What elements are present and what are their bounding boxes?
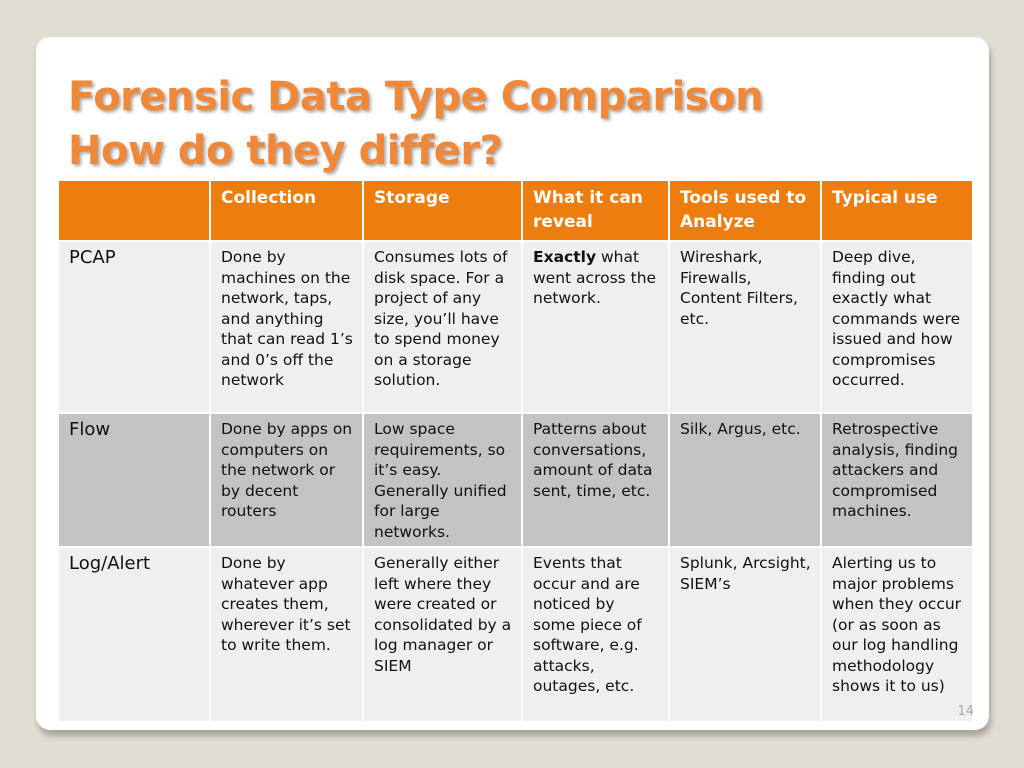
cell-tools: Wireshark, Firewalls, Content Filters, e…: [668, 240, 822, 414]
title-line-2: How do they differ?: [68, 128, 503, 174]
header-tools: Tools used to Analyze: [668, 179, 822, 242]
table-row: Log/Alert Done by whatever app creates t…: [57, 546, 974, 723]
cell-collection: Done by whatever app creates them, where…: [209, 546, 364, 723]
cell-typical-use: Retrospective analysis, finding attacker…: [820, 412, 974, 548]
header-what-it-can-reveal: What it can reveal: [521, 179, 670, 242]
cell-collection: Done by machines on the network, taps, a…: [209, 240, 364, 414]
cell-tools: Silk, Argus, etc.: [668, 412, 822, 548]
cell-tools: Splunk, Arcsight, SIEM’s: [668, 546, 822, 723]
header-collection: Collection: [209, 179, 364, 242]
table-row: PCAP Done by machines on the network, ta…: [57, 240, 974, 414]
row-type: PCAP: [57, 240, 211, 414]
cell-reveal: Patterns about conversations, amount of …: [521, 412, 670, 548]
comparison-table: Collection Storage What it can reveal To…: [57, 179, 974, 723]
header-corner: [57, 179, 211, 242]
table-row: Flow Done by apps on computers on the ne…: [57, 412, 974, 548]
table-header-row: Collection Storage What it can reveal To…: [57, 179, 974, 242]
cell-collection: Done by apps on computers on the network…: [209, 412, 364, 548]
slide-title: Forensic Data Type Comparison How do the…: [68, 70, 764, 178]
cell-reveal: Exactly what went across the network.: [521, 240, 670, 414]
cell-reveal: Events that occur and are noticed by som…: [521, 546, 670, 723]
row-type: Log/Alert: [57, 546, 211, 723]
row-type: Flow: [57, 412, 211, 548]
cell-typical-use: Deep dive, finding out exactly what comm…: [820, 240, 974, 414]
header-storage: Storage: [362, 179, 523, 242]
cell-storage: Low space requirements, so it’s easy. Ge…: [362, 412, 523, 548]
page-number: 14: [957, 704, 974, 719]
title-line-1: Forensic Data Type Comparison: [68, 74, 764, 120]
cell-storage: Generally either left where they were cr…: [362, 546, 523, 723]
reveal-emphasis: Exactly: [533, 248, 597, 266]
header-typical-use: Typical use: [820, 179, 974, 242]
cell-typical-use: Alerting us to major problems when they …: [820, 546, 974, 723]
cell-storage: Consumes lots of disk space. For a proje…: [362, 240, 523, 414]
